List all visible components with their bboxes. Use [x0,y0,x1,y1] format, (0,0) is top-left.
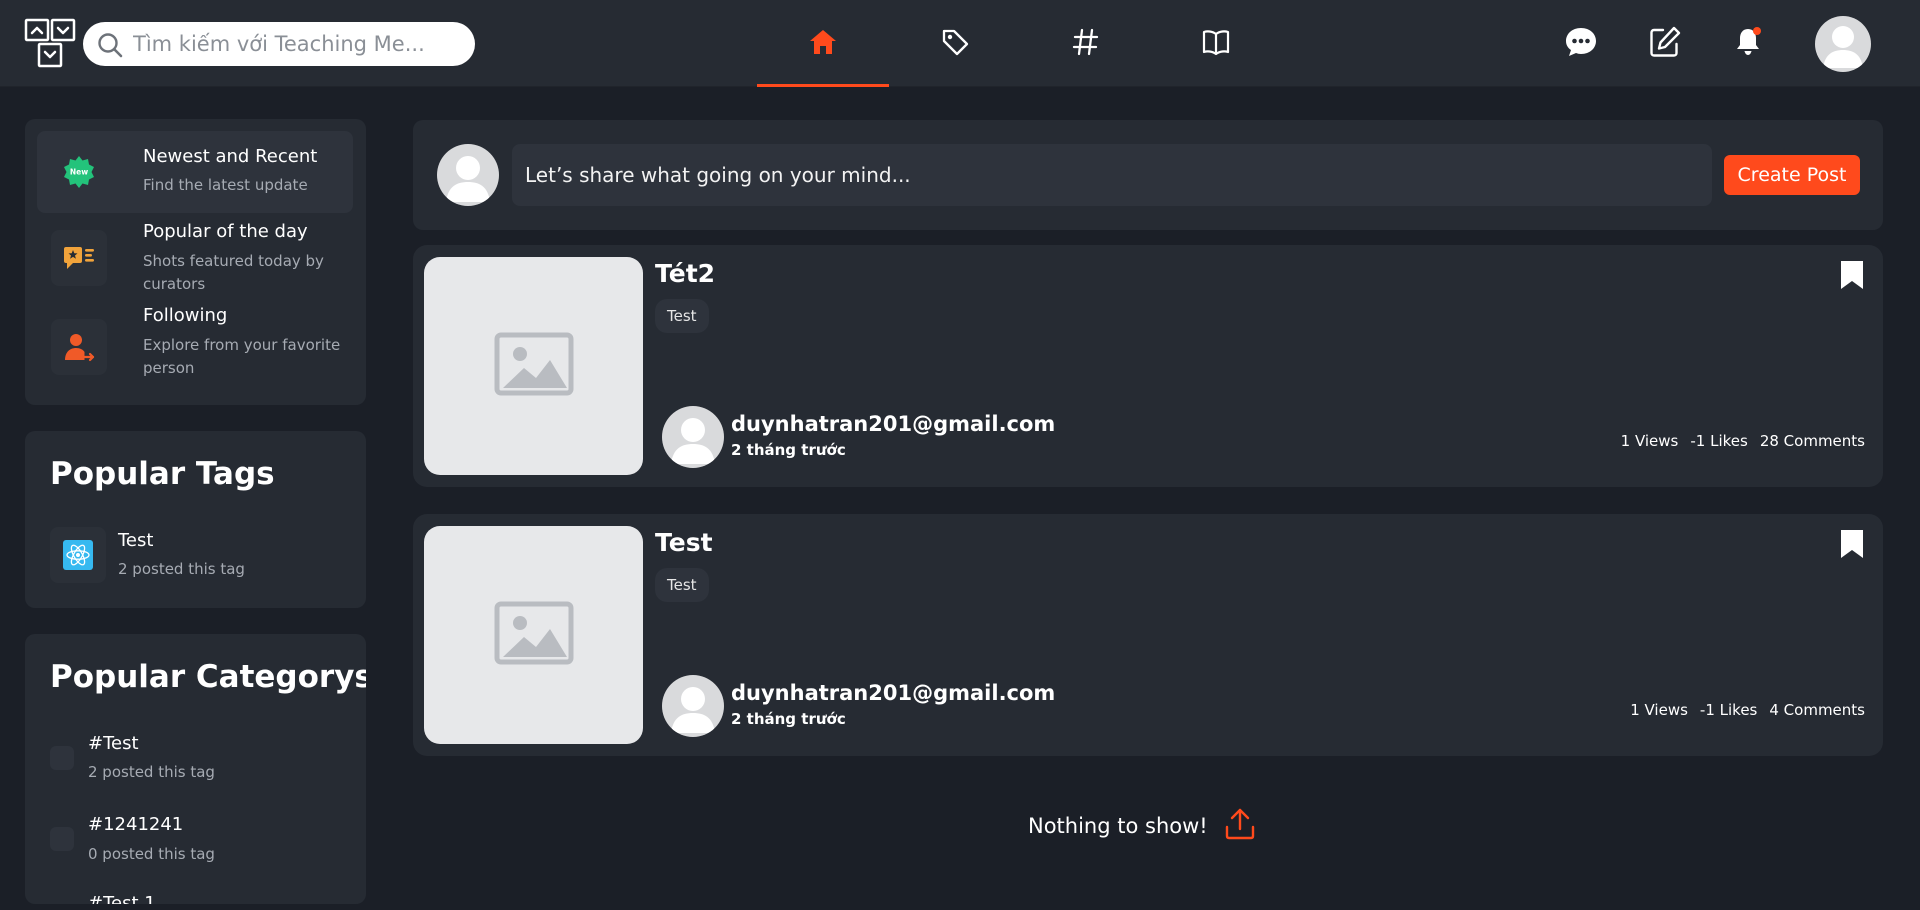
feed-subtitle: Shots featured today by curators [143,252,324,293]
author-name[interactable]: duynhatran201@gmail.com [731,412,1055,436]
feed-popular-today[interactable]: Popular of the day Shots featured today … [37,219,353,299]
feed-newest[interactable]: New Newest and Recent Find the latest up… [37,131,353,213]
views-count: 1 Views [1630,701,1688,719]
feed-title: Following [143,305,228,326]
feed-title: Newest and Recent [143,146,318,167]
views-count: 1 Views [1620,432,1679,450]
top-navbar [0,0,1920,87]
tag-name: Test [118,530,154,551]
post-thumbnail[interactable] [424,257,643,475]
post-timestamp: 2 tháng trước [731,710,846,728]
create-post-button[interactable]: Create Post [1724,155,1860,195]
feed-following[interactable]: Following Explore from your favorite per… [37,305,353,389]
book-icon [1201,28,1231,60]
post-card[interactable]: Test Test duynhatran201@gmail.com 2 thán… [413,514,1883,756]
category-name: #1241241 [88,814,184,835]
comments-count[interactable]: 4 Comments [1769,701,1865,719]
post-tag-chip[interactable]: Test [655,299,709,333]
following-icon [51,319,107,375]
section-heading: Popular Categorys [50,659,366,695]
tag-post-count: 2 posted this tag [118,560,245,578]
avatar [437,144,499,206]
search-bar [83,22,475,66]
category-thumbnail [50,746,74,770]
upload-icon[interactable] [1224,807,1256,846]
empty-state-text: Nothing to show! [1028,814,1208,838]
feed-title: Popular of the day [143,221,308,242]
home-icon [808,28,838,60]
feed-filter-card: New Newest and Recent Find the latest up… [25,119,366,405]
tag-icon [940,27,970,61]
category-post-count: 0 posted this tag [88,845,215,863]
post-stats: 1 Views -1 Likes 28 Comments [1621,432,1865,450]
category-thumbnail [50,827,74,851]
messages-button[interactable] [1561,24,1601,64]
post-composer: Let’s share what going on your mind... C… [413,120,1883,230]
react-icon [50,527,106,583]
post-stats: 1 Views -1 Likes 4 Comments [1630,701,1865,719]
tab-home[interactable] [757,0,889,87]
bell-icon [1732,25,1766,63]
post-card[interactable]: Tét2 Test duynhatran201@gmail.com 2 thán… [413,245,1883,487]
post-tag-chip[interactable]: Test [655,568,709,602]
tab-tags[interactable] [889,0,1021,87]
app-logo-icon[interactable] [24,18,78,70]
post-title[interactable]: Test [655,528,713,557]
search-icon[interactable] [97,32,123,62]
avatar[interactable] [662,406,724,468]
edit-icon [1648,25,1682,63]
featured-icon [51,230,107,286]
comments-count[interactable]: 28 Comments [1760,432,1865,450]
composer-input[interactable]: Let’s share what going on your mind... [512,144,1712,206]
post-timestamp: 2 tháng trước [731,441,846,459]
avatar[interactable] [662,675,724,737]
feed-end-message: Nothing to show! [1028,806,1256,846]
hashtag-icon [1072,27,1100,61]
image-placeholder-icon [494,601,574,669]
category-name: #Test [88,733,139,754]
notifications-button[interactable] [1729,24,1769,64]
bookmark-icon[interactable] [1839,259,1865,295]
new-badge-icon: New [51,144,107,200]
user-avatar[interactable] [1815,16,1871,72]
category-name: #Test 1 [88,893,156,904]
image-placeholder-icon [494,332,574,400]
chat-icon [1564,25,1598,63]
svg-text:New: New [70,168,88,177]
likes-count: -1 Likes [1690,432,1748,450]
category-post-count: 2 posted this tag [88,763,215,781]
feed-subtitle: Find the latest update [143,176,308,194]
tab-hashtags[interactable] [1020,0,1152,87]
post-title[interactable]: Tét2 [655,259,715,288]
write-button[interactable] [1645,24,1685,64]
search-input[interactable] [133,28,463,60]
popular-categories-card: Popular Categorys #Test 2 posted this ta… [25,634,366,904]
section-heading: Popular Tags [50,456,275,492]
bookmark-icon[interactable] [1839,528,1865,564]
tab-library[interactable] [1150,0,1282,87]
feed-subtitle: Explore from your favorite person [143,336,341,377]
post-thumbnail[interactable] [424,526,643,744]
author-name[interactable]: duynhatran201@gmail.com [731,681,1055,705]
popular-tags-card: Popular Tags Test 2 posted this tag [25,431,366,608]
likes-count: -1 Likes [1699,701,1758,719]
